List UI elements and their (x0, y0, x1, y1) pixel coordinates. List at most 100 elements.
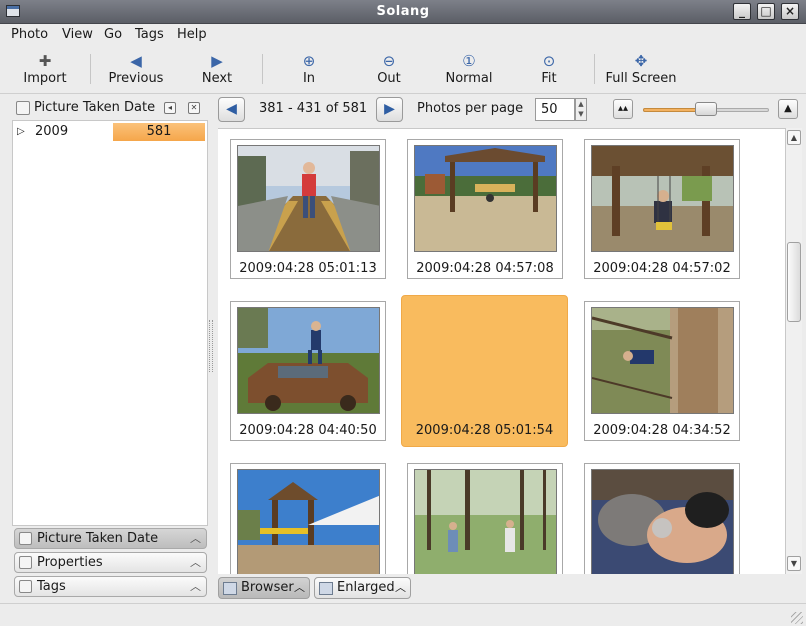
photo-caption: 2009:04:28 04:57:08 (416, 261, 554, 276)
panel-button-picture-taken-date[interactable]: Picture Taken Date ︿ (14, 528, 207, 549)
expand-arrow-icon[interactable]: ▷ (17, 126, 25, 137)
arrow-left-icon: ◀ (226, 101, 237, 117)
photo-caption: 2009:04:28 05:01:13 (239, 261, 377, 276)
large-thumbs-icon: ▲ (784, 103, 792, 114)
zoom-in-icon: ⊕ (302, 52, 316, 70)
toolbar-separator (90, 54, 91, 84)
photo-caption: 2009:04:28 05:01:54 (415, 423, 554, 438)
panel-header: Picture Taken Date ◂ ✕ (12, 96, 208, 120)
chevron-up-icon: ︿ (190, 556, 201, 569)
title-bar: Solang _ □ × (0, 0, 806, 24)
scrollbar-thumb[interactable] (787, 242, 801, 322)
zoom-larger-button[interactable]: ▲ (778, 99, 798, 119)
minimize-button[interactable]: _ (733, 3, 751, 20)
tab-enlarged[interactable]: Enlarged ︿ (314, 577, 411, 599)
menu-go[interactable]: Go (104, 27, 122, 42)
toolbar-separator (594, 54, 595, 84)
tree-row-count: 581 (113, 123, 205, 141)
chevron-up-icon: ︿ (190, 532, 201, 545)
photo-thumbnail[interactable]: 2009:04:28 04:34:52 (584, 301, 740, 441)
chevron-up-icon: ︿ (190, 580, 201, 593)
chevron-up-icon: ︿ (395, 581, 406, 594)
vertical-scrollbar[interactable]: ▲ ▼ (785, 128, 802, 574)
date-tree: ▷ 2009 581 (12, 120, 208, 526)
arrow-right-icon: ▶ (211, 52, 223, 70)
photo-thumbnail[interactable] (230, 463, 386, 574)
tree-row-label: 2009 (35, 124, 69, 139)
photo-image (237, 307, 380, 414)
photo-caption: 2009:04:28 04:57:02 (593, 261, 731, 276)
photo-caption: 2009:04:28 04:40:50 (239, 423, 377, 438)
zoom-out-button[interactable]: ⊖ Out (372, 50, 406, 90)
page-navigation: ◀ 381 - 431 of 581 ▶ Photos per page 50 … (218, 96, 804, 124)
enlarged-view-icon (319, 582, 333, 595)
normal-size-button[interactable]: ① Normal (444, 50, 494, 90)
menu-tags[interactable]: Tags (135, 27, 164, 42)
photo-caption: 2009:04:28 04:34:52 (593, 423, 731, 438)
close-button[interactable]: × (781, 3, 799, 20)
zoom-in-button[interactable]: ⊕ In (294, 50, 324, 90)
fullscreen-icon: ✥ (634, 52, 648, 70)
previous-button[interactable]: ◀ Previous (104, 50, 168, 90)
tree-row[interactable]: ▷ 2009 581 (13, 123, 207, 141)
close-panel-icon[interactable]: ✕ (188, 102, 200, 114)
photos-per-page-stepper[interactable]: ▲ ▼ (575, 98, 587, 121)
pane-splitter[interactable] (209, 320, 213, 372)
zoom-out-icon: ⊖ (382, 52, 396, 70)
thumbnail-size-handle[interactable] (695, 102, 717, 116)
photo-thumbnail[interactable] (584, 463, 740, 574)
window-title: Solang (376, 4, 430, 19)
zoom-smaller-button[interactable]: ▴▴ (613, 99, 633, 119)
plus-icon: ✚ (38, 52, 52, 70)
photo-thumbnail[interactable]: 2009:04:28 04:57:02 (584, 139, 740, 279)
previous-page-button[interactable]: ◀ (218, 97, 245, 122)
photo-image (591, 307, 734, 414)
toolbar: ✚ Import ◀ Previous ▶ Next ⊕ In ⊖ Out ① … (0, 46, 806, 94)
small-thumbs-icon: ▴▴ (617, 103, 629, 114)
tab-browser[interactable]: Browser ︿ (218, 577, 310, 599)
arrow-left-icon: ◀ (130, 52, 142, 70)
photo-image (414, 145, 557, 252)
calendar-icon (16, 101, 30, 115)
panel-button-properties[interactable]: Properties ︿ (14, 552, 207, 573)
zoom-normal-icon: ① (462, 52, 476, 70)
browser-grid-icon (223, 582, 237, 595)
photo-thumbnail[interactable]: 2009:04:28 04:40:50 (230, 301, 386, 441)
properties-icon (19, 556, 32, 569)
chevron-up-icon: ︿ (294, 581, 305, 594)
menu-view[interactable]: View (62, 27, 93, 42)
panel-button-tags[interactable]: Tags ︿ (14, 576, 207, 597)
scroll-up-icon[interactable]: ▲ (787, 130, 801, 145)
page-range: 381 - 431 of 581 (259, 101, 368, 116)
next-page-button[interactable]: ▶ (376, 97, 403, 122)
detach-panel-icon[interactable]: ◂ (164, 102, 176, 114)
zoom-fit-icon: ⊙ (542, 52, 556, 70)
import-button[interactable]: ✚ Import (20, 50, 70, 90)
resize-grip-icon[interactable] (791, 612, 803, 624)
menu-bar: Photo View Go Tags Help (0, 24, 806, 46)
photo-browser: 2009:04:28 05:01:13 2009:04:28 04:57:08 (218, 128, 786, 574)
photo-thumbnail[interactable]: 2009:04:28 05:01:13 (230, 139, 386, 279)
tag-icon (19, 580, 32, 593)
photo-thumbnail-selected[interactable]: 2009:04:28 05:01:54 (401, 295, 568, 447)
scroll-down-icon[interactable]: ▼ (787, 556, 801, 571)
menu-help[interactable]: Help (177, 27, 207, 42)
photo-thumbnail[interactable]: 2009:04:28 04:57:08 (407, 139, 563, 279)
photos-per-page-label: Photos per page (417, 101, 524, 116)
fit-button[interactable]: ⊙ Fit (537, 50, 561, 90)
calendar-icon (19, 532, 32, 545)
fullscreen-button[interactable]: ✥ Full Screen (604, 50, 678, 90)
menu-photo[interactable]: Photo (11, 27, 48, 42)
next-button[interactable]: ▶ Next (196, 50, 238, 90)
toolbar-separator (262, 54, 263, 84)
status-bar (0, 603, 806, 626)
photo-image (591, 469, 734, 574)
photo-image (237, 145, 380, 252)
maximize-button[interactable]: □ (757, 3, 775, 20)
photo-thumbnail[interactable] (407, 463, 563, 574)
arrow-right-icon: ▶ (384, 101, 395, 117)
photos-per-page-input[interactable]: 50 (535, 98, 575, 121)
photo-image (591, 145, 734, 252)
photo-image (414, 469, 557, 574)
photo-image (237, 469, 380, 574)
